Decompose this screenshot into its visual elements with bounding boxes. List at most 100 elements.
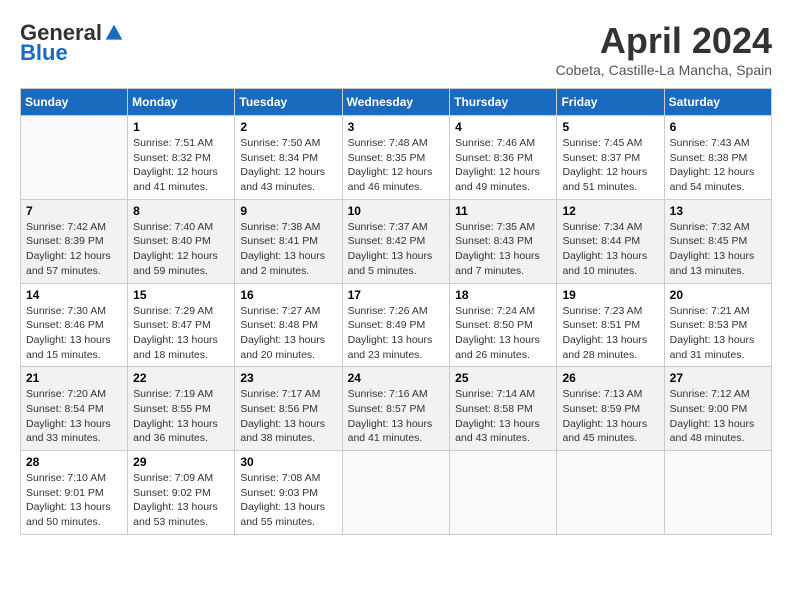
day-info: Sunrise: 7:17 AM Sunset: 8:56 PM Dayligh… xyxy=(240,387,336,446)
calendar-cell: 25 Sunrise: 7:14 AM Sunset: 8:58 PM Dayli… xyxy=(450,367,557,451)
calendar-cell: 21Sunrise: 7:20 AM Sunset: 8:54 PM Dayli… xyxy=(21,367,128,451)
day-info: Sunrise: 7:21 AM Sunset: 8:53 PM Dayligh… xyxy=(670,304,766,363)
day-number: 21 xyxy=(26,371,122,385)
day-info: Sunrise: 7:42 AM Sunset: 8:39 PM Dayligh… xyxy=(26,220,122,279)
day-info: Sunrise: 7:27 AM Sunset: 8:48 PM Dayligh… xyxy=(240,304,336,363)
day-number: 22 xyxy=(133,371,229,385)
day-header-saturday: Saturday xyxy=(664,89,771,116)
calendar-cell: 2 Sunrise: 7:50 AM Sunset: 8:34 PM Daylig… xyxy=(235,116,342,200)
day-number: 7 xyxy=(26,204,122,218)
calendar-week-row: 28 Sunrise: 7:10 AM Sunset: 9:01 PM Dayli… xyxy=(21,451,772,535)
day-info: Sunrise: 7:30 AM Sunset: 8:46 PM Dayligh… xyxy=(26,304,122,363)
day-info: Sunrise: 7:32 AM Sunset: 8:45 PM Dayligh… xyxy=(670,220,766,279)
day-info: Sunrise: 7:40 AM Sunset: 8:40 PM Dayligh… xyxy=(133,220,229,279)
day-info: Sunrise: 7:19 AM Sunset: 8:55 PM Dayligh… xyxy=(133,387,229,446)
day-info: Sunrise: 7:38 AM Sunset: 8:41 PM Dayligh… xyxy=(240,220,336,279)
month-title: April 2024 xyxy=(556,20,772,62)
logo-icon xyxy=(104,23,124,43)
title-block: April 2024 Cobeta, Castille-La Mancha, S… xyxy=(556,20,772,78)
calendar-cell: 19Sunrise: 7:23 AM Sunset: 8:51 PM Dayli… xyxy=(557,283,664,367)
day-number: 3 xyxy=(348,120,445,134)
calendar-cell: 29Sunrise: 7:09 AM Sunset: 9:02 PM Dayli… xyxy=(128,451,235,535)
day-number: 10 xyxy=(348,204,445,218)
day-info: Sunrise: 7:14 AM Sunset: 8:58 PM Dayligh… xyxy=(455,387,551,446)
day-info: Sunrise: 7:08 AM Sunset: 9:03 PM Dayligh… xyxy=(240,471,336,530)
day-number: 27 xyxy=(670,371,766,385)
day-info: Sunrise: 7:50 AM Sunset: 8:34 PM Dayligh… xyxy=(240,136,336,195)
day-info: Sunrise: 7:16 AM Sunset: 8:57 PM Dayligh… xyxy=(348,387,445,446)
calendar-cell: 6Sunrise: 7:43 AM Sunset: 8:38 PM Daylig… xyxy=(664,116,771,200)
day-number: 16 xyxy=(240,288,336,302)
calendar-cell: 22 Sunrise: 7:19 AM Sunset: 8:55 PM Dayli… xyxy=(128,367,235,451)
calendar-cell: 7 Sunrise: 7:42 AM Sunset: 8:39 PM Daylig… xyxy=(21,199,128,283)
day-header-thursday: Thursday xyxy=(450,89,557,116)
day-header-tuesday: Tuesday xyxy=(235,89,342,116)
day-info: Sunrise: 7:13 AM Sunset: 8:59 PM Dayligh… xyxy=(562,387,658,446)
calendar-body: 1 Sunrise: 7:51 AM Sunset: 8:32 PM Daylig… xyxy=(21,116,772,535)
day-info: Sunrise: 7:51 AM Sunset: 8:32 PM Dayligh… xyxy=(133,136,229,195)
day-number: 12 xyxy=(562,204,658,218)
day-number: 9 xyxy=(240,204,336,218)
calendar-cell: 26Sunrise: 7:13 AM Sunset: 8:59 PM Dayli… xyxy=(557,367,664,451)
calendar-cell: 5 Sunrise: 7:45 AM Sunset: 8:37 PM Daylig… xyxy=(557,116,664,200)
calendar-cell: 15 Sunrise: 7:29 AM Sunset: 8:47 PM Dayli… xyxy=(128,283,235,367)
calendar-week-row: 14 Sunrise: 7:30 AM Sunset: 8:46 PM Dayli… xyxy=(21,283,772,367)
calendar-cell xyxy=(21,116,128,200)
calendar-cell: 27Sunrise: 7:12 AM Sunset: 9:00 PM Dayli… xyxy=(664,367,771,451)
calendar-week-row: 7 Sunrise: 7:42 AM Sunset: 8:39 PM Daylig… xyxy=(21,199,772,283)
day-number: 13 xyxy=(670,204,766,218)
day-number: 5 xyxy=(562,120,658,134)
calendar-cell: 20 Sunrise: 7:21 AM Sunset: 8:53 PM Dayli… xyxy=(664,283,771,367)
day-info: Sunrise: 7:10 AM Sunset: 9:01 PM Dayligh… xyxy=(26,471,122,530)
calendar-header: SundayMondayTuesdayWednesdayThursdayFrid… xyxy=(21,89,772,116)
day-header-monday: Monday xyxy=(128,89,235,116)
calendar-cell: 9 Sunrise: 7:38 AM Sunset: 8:41 PM Daylig… xyxy=(235,199,342,283)
day-number: 28 xyxy=(26,455,122,469)
calendar-cell: 14 Sunrise: 7:30 AM Sunset: 8:46 PM Dayli… xyxy=(21,283,128,367)
day-number: 23 xyxy=(240,371,336,385)
day-number: 20 xyxy=(670,288,766,302)
calendar-cell: 12 Sunrise: 7:34 AM Sunset: 8:44 PM Dayli… xyxy=(557,199,664,283)
logo: General Blue xyxy=(20,20,124,66)
calendar-cell xyxy=(450,451,557,535)
day-info: Sunrise: 7:46 AM Sunset: 8:36 PM Dayligh… xyxy=(455,136,551,195)
day-number: 1 xyxy=(133,120,229,134)
logo-blue-text: Blue xyxy=(20,40,68,66)
day-info: Sunrise: 7:09 AM Sunset: 9:02 PM Dayligh… xyxy=(133,471,229,530)
day-info: Sunrise: 7:34 AM Sunset: 8:44 PM Dayligh… xyxy=(562,220,658,279)
day-number: 25 xyxy=(455,371,551,385)
calendar-cell: 16 Sunrise: 7:27 AM Sunset: 8:48 PM Dayli… xyxy=(235,283,342,367)
location-text: Cobeta, Castille-La Mancha, Spain xyxy=(556,62,772,78)
day-number: 8 xyxy=(133,204,229,218)
calendar-cell: 8 Sunrise: 7:40 AM Sunset: 8:40 PM Daylig… xyxy=(128,199,235,283)
calendar-cell xyxy=(557,451,664,535)
day-info: Sunrise: 7:23 AM Sunset: 8:51 PM Dayligh… xyxy=(562,304,658,363)
calendar-cell: 11 Sunrise: 7:35 AM Sunset: 8:43 PM Dayli… xyxy=(450,199,557,283)
calendar-cell: 10Sunrise: 7:37 AM Sunset: 8:42 PM Dayli… xyxy=(342,199,450,283)
day-info: Sunrise: 7:24 AM Sunset: 8:50 PM Dayligh… xyxy=(455,304,551,363)
day-info: Sunrise: 7:45 AM Sunset: 8:37 PM Dayligh… xyxy=(562,136,658,195)
header-row: SundayMondayTuesdayWednesdayThursdayFrid… xyxy=(21,89,772,116)
day-info: Sunrise: 7:26 AM Sunset: 8:49 PM Dayligh… xyxy=(348,304,445,363)
day-number: 14 xyxy=(26,288,122,302)
day-info: Sunrise: 7:29 AM Sunset: 8:47 PM Dayligh… xyxy=(133,304,229,363)
calendar-cell: 28 Sunrise: 7:10 AM Sunset: 9:01 PM Dayli… xyxy=(21,451,128,535)
calendar-cell: 23 Sunrise: 7:17 AM Sunset: 8:56 PM Dayli… xyxy=(235,367,342,451)
day-header-friday: Friday xyxy=(557,89,664,116)
day-number: 30 xyxy=(240,455,336,469)
day-number: 24 xyxy=(348,371,445,385)
day-number: 11 xyxy=(455,204,551,218)
page-header: General Blue April 2024 Cobeta, Castille… xyxy=(20,20,772,78)
day-info: Sunrise: 7:43 AM Sunset: 8:38 PM Dayligh… xyxy=(670,136,766,195)
day-header-wednesday: Wednesday xyxy=(342,89,450,116)
calendar-cell xyxy=(342,451,450,535)
day-number: 15 xyxy=(133,288,229,302)
day-info: Sunrise: 7:35 AM Sunset: 8:43 PM Dayligh… xyxy=(455,220,551,279)
day-number: 2 xyxy=(240,120,336,134)
day-number: 18 xyxy=(455,288,551,302)
calendar-cell: 17Sunrise: 7:26 AM Sunset: 8:49 PM Dayli… xyxy=(342,283,450,367)
calendar-cell: 30 Sunrise: 7:08 AM Sunset: 9:03 PM Dayli… xyxy=(235,451,342,535)
day-number: 4 xyxy=(455,120,551,134)
calendar-week-row: 1 Sunrise: 7:51 AM Sunset: 8:32 PM Daylig… xyxy=(21,116,772,200)
calendar-cell: 3Sunrise: 7:48 AM Sunset: 8:35 PM Daylig… xyxy=(342,116,450,200)
